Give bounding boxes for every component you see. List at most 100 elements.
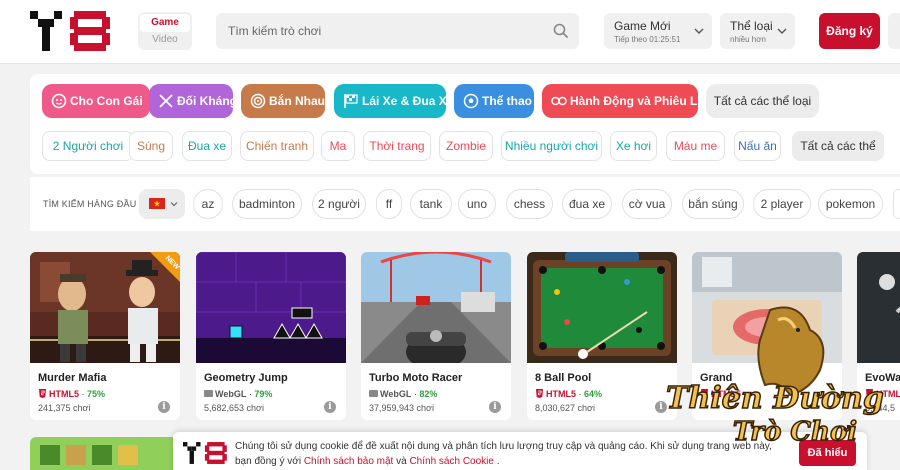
search-keyword[interactable]: bắn súng [682, 189, 744, 219]
tag-chip[interactable]: Xe hơi [610, 131, 657, 161]
category-label: Lái Xe & Đua Xe [362, 94, 454, 108]
signup-button[interactable]: Đăng ký [819, 13, 880, 49]
crossed-swords-icon [159, 94, 173, 108]
game-tab[interactable]: Game [140, 14, 190, 32]
new-badge: NEW [150, 252, 180, 282]
all-categories-button[interactable]: Tất cả các thể loại [706, 84, 819, 118]
game-card-8-ball-pool[interactable]: 8 Ball Pool HTML5 · 64% 8,030,627 chơi i [527, 252, 677, 420]
header-more-button[interactable] [888, 13, 900, 49]
partial-thumbnail [30, 437, 180, 470]
category-th-thao[interactable]: Thể thao [454, 84, 534, 118]
game-title[interactable]: Murder Mafia [38, 372, 106, 384]
tag-chip[interactable]: Đua xe [182, 131, 232, 161]
game-card-turbo-moto-racer[interactable]: Turbo Moto Racer WebGL · 82% 37,959,943 … [361, 252, 511, 420]
y8-logo [183, 442, 227, 464]
watermark-line1: Thiên Đường [666, 381, 884, 416]
info-icon[interactable]: i [324, 401, 336, 413]
new-games-timer: Tiếp theo 01:25:51 [614, 35, 681, 44]
info-icon[interactable]: i [158, 401, 170, 413]
game-title[interactable]: Turbo Moto Racer [369, 372, 462, 384]
search-keyword[interactable]: đua xe [562, 189, 612, 219]
search-keyword[interactable]: badminton [232, 189, 302, 219]
privacy-policy-link[interactable]: Chính sách bảo mật [304, 456, 394, 467]
tag-chip[interactable]: Zombie [439, 131, 493, 161]
tag-chip[interactable]: Chiến tranh [240, 131, 314, 161]
tag-chip[interactable]: Nấu ăn [734, 131, 781, 161]
tag-chip[interactable]: Máu me [666, 131, 725, 161]
game-title[interactable]: 8 Ball Pool [535, 372, 591, 384]
tag-chip[interactable]: 2 Người chơi [42, 131, 134, 161]
category-label: Thể thao [482, 94, 532, 108]
site-header: Game Video Game Mới Tiếp theo 01:25:51 T… [0, 0, 900, 64]
game-tech: WebGL · 82% [369, 389, 437, 399]
search-keyword[interactable]: ff [376, 189, 402, 219]
tag-chip[interactable]: Nhiều người chơi [501, 131, 602, 161]
new-games-label: Game Mới [614, 19, 671, 33]
game-tech: HTML5 · 75% [38, 389, 105, 399]
category-cho-con-g-i[interactable]: Cho Con Gái [42, 84, 150, 118]
tech-label: HTML5 [49, 389, 79, 399]
tag-chip[interactable]: Súng [129, 131, 173, 161]
search-box[interactable] [216, 13, 579, 49]
new-games-dropdown[interactable]: Game Mới Tiếp theo 01:25:51 [604, 13, 712, 49]
search-keyword-partial[interactable] [893, 189, 900, 219]
search-keyword[interactable]: chess [506, 189, 553, 219]
tech-label: WebGL [380, 389, 412, 399]
tech-label: WebGL [215, 389, 247, 399]
target-icon [250, 93, 266, 109]
y8-logo[interactable] [30, 11, 114, 51]
country-selector[interactable] [139, 189, 185, 219]
search-keyword[interactable]: tank [410, 189, 452, 219]
video-tab[interactable]: Video [140, 32, 190, 48]
category-label: Đối Kháng [177, 94, 237, 108]
search-keyword[interactable]: az [193, 189, 223, 219]
geometry-jump-thumbnail [196, 252, 346, 363]
top-searches-label: TÌM KIẾM HÀNG ĐẦU [43, 199, 137, 209]
info-icon[interactable]: i [489, 401, 501, 413]
play-count: 8,030,627 chơi [535, 403, 595, 413]
soccer-ball-icon [463, 93, 479, 109]
tag-chip[interactable]: Thời trang [363, 131, 431, 161]
search-keyword[interactable]: pokemon [818, 189, 883, 219]
girl-face-icon [51, 93, 67, 109]
game-rating: 75% [87, 389, 106, 399]
category-b-n-nhau[interactable]: Bắn Nhau [241, 84, 325, 118]
play-count: 37,959,943 chơi [369, 403, 434, 413]
categories-label: Thể loại [730, 19, 773, 33]
game-rating: 64% [584, 389, 603, 399]
cookie-policy-link[interactable]: Chính sách Cookie [409, 456, 494, 467]
game-rating: 79% [254, 389, 273, 399]
webgl-icon [369, 390, 378, 397]
game-tech: WebGL · 79% [204, 389, 272, 399]
search-icon[interactable] [553, 23, 569, 39]
search-keyword[interactable]: 2 player [753, 189, 811, 219]
game-card-murder-mafia[interactable]: NEW Murder Mafia HTML5 · 75% 241,375 chơ… [30, 252, 180, 420]
all-tags-button[interactable]: Tất cả các thể [792, 131, 884, 161]
category-label: Hành Động và Phiêu Lưu [570, 94, 714, 108]
search-keyword[interactable]: 2 người [312, 189, 366, 219]
category--i-kh-ng[interactable]: Đối Kháng [149, 84, 237, 118]
category-l-i-xe-ua-xe[interactable]: Lái Xe & Đua Xe [334, 84, 453, 118]
play-count: 5,682,653 chơi [204, 403, 264, 413]
html5-icon [536, 389, 543, 398]
chevron-down-icon [170, 202, 178, 207]
game-card-partial[interactable] [30, 437, 180, 470]
categories-dropdown[interactable]: Thể loại nhiều hơn [720, 13, 795, 49]
game-card-geometry-jump[interactable]: Geometry Jump WebGL · 79% 5,682,653 chơi… [196, 252, 346, 420]
search-keyword[interactable]: uno [458, 189, 496, 219]
vietnam-flag-icon [149, 198, 165, 209]
search-input[interactable] [216, 13, 536, 49]
chevron-down-icon [777, 28, 787, 34]
turbo-moto-racer-thumbnail [361, 252, 511, 363]
game-rating: 82% [419, 389, 438, 399]
search-keyword[interactable]: cờ vua [622, 189, 672, 219]
play-count: 241,375 chơi [38, 403, 91, 413]
game-title[interactable]: Geometry Jump [204, 372, 288, 384]
cookie-and: và [396, 456, 407, 467]
category-h-nh-ng-v-phi-u-l-u[interactable]: Hành Động và Phiêu Lưu [542, 84, 713, 118]
thien-duong-tro-choi-watermark: Thiên Đường Trò Chơi [665, 306, 885, 448]
tag-chip[interactable]: Ma [321, 131, 355, 161]
html5-icon [39, 389, 46, 398]
mask-icon [551, 96, 567, 106]
game-video-toggle[interactable]: Game Video [138, 12, 192, 50]
